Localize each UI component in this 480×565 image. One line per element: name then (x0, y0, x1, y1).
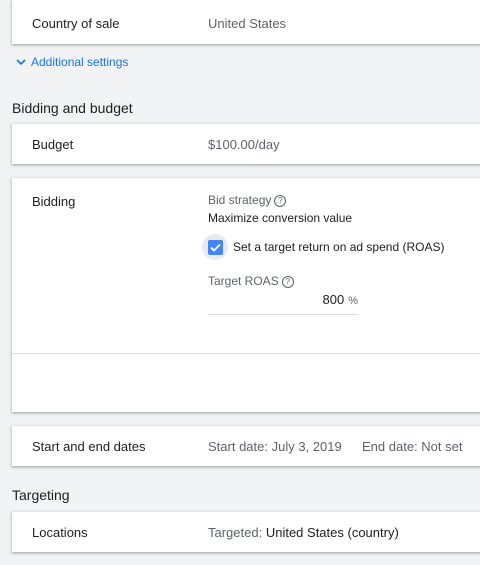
locations-value: United States (country) (265, 525, 399, 540)
locations-value-row: Targeted: United States (country) (208, 525, 399, 540)
end-date-value: End date: Not set (362, 439, 463, 454)
additional-settings-link[interactable]: Additional settings (16, 55, 128, 69)
locations-label: Locations (32, 525, 88, 540)
budget-card[interactable]: Budget $100.00/day (12, 124, 480, 164)
country-of-sale-value: United States (208, 16, 287, 31)
budget-value: $100.00/day (208, 137, 280, 152)
help-icon[interactable]: ? (281, 276, 294, 288)
target-roas-label-row: Target ROAS? (208, 274, 294, 288)
additional-settings-label: Additional settings (31, 55, 129, 69)
target-roas-checkbox[interactable] (202, 234, 228, 260)
bid-strategy-value[interactable]: Maximize conversion value (208, 211, 352, 225)
bid-strategy-label-row: Bid strategy? (208, 193, 287, 207)
locations-card[interactable]: Locations Targeted: United States (count… (12, 512, 480, 552)
bid-strategy-label: Bid strategy (208, 193, 272, 207)
bidding-label: Bidding (32, 194, 76, 209)
help-icon[interactable]: ? (274, 195, 287, 207)
locations-prefix: Targeted: (208, 525, 263, 540)
country-of-sale-label: Country of sale (32, 16, 120, 31)
start-date-value: Start date: July 3, 2019 (208, 439, 342, 454)
bidding-card: Bidding Bid strategy? Maximize conversio… (12, 178, 480, 412)
target-roas-label: Target ROAS (208, 274, 279, 288)
dates-card[interactable]: Start and end dates Start date: July 3, … (12, 426, 480, 466)
checkbox-checked-icon (207, 239, 223, 255)
dates-label: Start and end dates (32, 439, 146, 454)
country-of-sale-card[interactable]: Country of sale United States (12, 0, 480, 44)
chevron-down-icon (16, 59, 26, 66)
targeting-section-title: Targeting (12, 487, 70, 503)
divider (12, 353, 480, 354)
target-roas-value: 800 (322, 292, 345, 307)
target-roas-checkbox-label[interactable]: Set a target return on ad spend (ROAS) (233, 240, 444, 254)
target-roas-unit: % (348, 295, 358, 307)
bidding-budget-section-title: Bidding and budget (12, 100, 133, 116)
budget-label: Budget (32, 137, 74, 152)
target-roas-input[interactable]: 800% (208, 292, 358, 315)
